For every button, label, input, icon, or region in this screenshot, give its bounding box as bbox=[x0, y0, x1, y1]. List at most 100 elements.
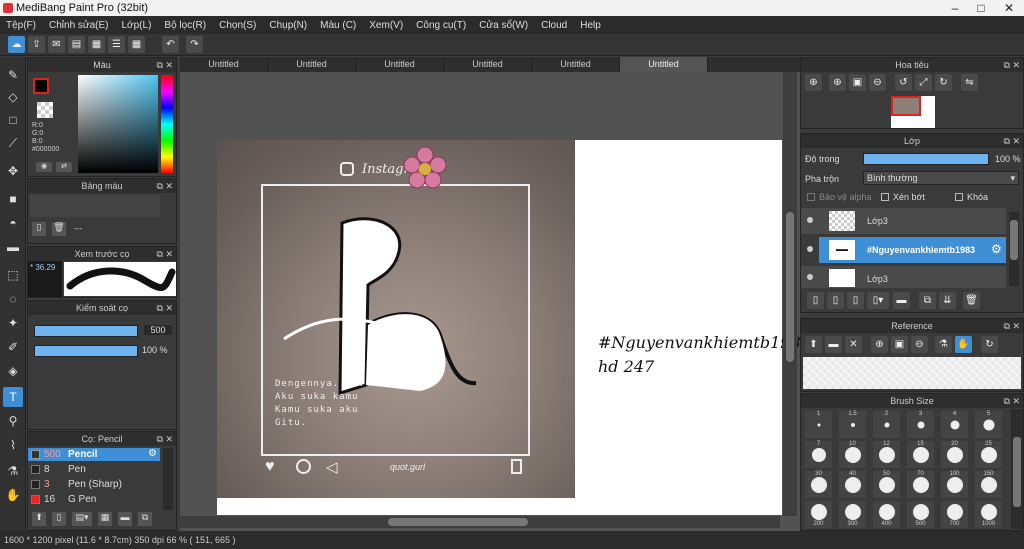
brush-size-cell[interactable]: 300 bbox=[839, 501, 866, 528]
eye-icon[interactable] bbox=[807, 246, 813, 252]
layer-opacity-value[interactable]: 100 % bbox=[995, 154, 1021, 164]
menu-view[interactable]: Xem(V) bbox=[369, 20, 403, 31]
vertical-scroll-thumb[interactable] bbox=[786, 212, 794, 362]
zoom-in-icon[interactable]: ⊕ bbox=[805, 74, 822, 91]
brush-size-cell[interactable]: 200 bbox=[805, 501, 832, 528]
duplicate-brush-icon[interactable]: ⧉ bbox=[138, 512, 152, 526]
upload-icon[interactable]: ⇪ bbox=[28, 36, 45, 53]
tab-untitled-5[interactable]: Untitled bbox=[532, 57, 620, 72]
tab-untitled-4[interactable]: Untitled bbox=[444, 57, 532, 72]
merge-layer-icon[interactable]: ⇊ bbox=[939, 292, 956, 309]
menu-window[interactable]: Cửa sổ(W) bbox=[479, 20, 528, 31]
hand-tool-icon[interactable]: ✋ bbox=[3, 485, 23, 505]
operation-tool-icon[interactable]: ⚲ bbox=[3, 411, 23, 431]
delete-palette-icon[interactable]: 🗑 bbox=[52, 222, 66, 236]
reference-fit-icon[interactable]: ▣ bbox=[891, 336, 908, 353]
tab-untitled-1[interactable]: Untitled bbox=[180, 57, 268, 72]
brush-size-cell[interactable]: 40 bbox=[839, 471, 866, 498]
fullscreen-icon[interactable]: ⤢ bbox=[915, 74, 932, 91]
panel-close-icon[interactable]: ⧉ ✕ bbox=[1004, 134, 1020, 148]
menu-select[interactable]: Chọn(S) bbox=[219, 20, 256, 31]
brush-item-pen-sharp[interactable]: 3 Pen (Sharp) bbox=[28, 478, 160, 491]
brush-size-cell[interactable]: 10 bbox=[839, 441, 866, 468]
rect-tool-icon[interactable]: □ bbox=[3, 110, 23, 130]
brush-size-cell[interactable]: 25 bbox=[975, 441, 1002, 468]
select-tool-icon[interactable]: ⬚ bbox=[3, 265, 23, 285]
undo-icon[interactable]: ↶ bbox=[162, 36, 179, 53]
chat-icon[interactable]: ▤ bbox=[68, 36, 85, 53]
reference-rotate-icon[interactable]: ↻ bbox=[981, 336, 998, 353]
layer-scrollbar[interactable] bbox=[1009, 212, 1019, 286]
brush-opacity-value[interactable]: 100 % bbox=[142, 345, 168, 355]
menu-cloud[interactable]: Cloud bbox=[541, 20, 567, 31]
menu-help[interactable]: Help bbox=[580, 20, 601, 31]
select-pen-icon[interactable]: ✐ bbox=[3, 337, 23, 357]
grid-icon[interactable]: ▦ bbox=[128, 36, 145, 53]
brush-size-cell[interactable]: 20 bbox=[941, 441, 968, 468]
close-icon[interactable]: ✕ bbox=[998, 0, 1020, 16]
fill-rect-tool-icon[interactable]: ■ bbox=[3, 189, 23, 209]
zoom-out-icon[interactable]: ⊖ bbox=[869, 74, 886, 91]
background-color-swatch[interactable] bbox=[37, 102, 53, 118]
layer-folder-icon[interactable]: ▬ bbox=[893, 292, 910, 309]
brush-item-pen[interactable]: 8 Pen bbox=[28, 463, 160, 476]
fit-icon[interactable]: ▣ bbox=[849, 74, 866, 91]
panel-close-icon[interactable]: ⧉ ✕ bbox=[157, 247, 173, 261]
layer-item[interactable]: Lớp3 bbox=[801, 266, 1006, 288]
horizontal-scrollbar[interactable] bbox=[180, 516, 780, 528]
horizontal-scroll-thumb[interactable] bbox=[388, 518, 528, 526]
minimize-icon[interactable]: – bbox=[944, 0, 966, 16]
menu-layer[interactable]: Lớp(L) bbox=[122, 20, 152, 31]
brush-size-cell[interactable]: 7 bbox=[805, 441, 832, 468]
brushsize-scroll-thumb[interactable] bbox=[1013, 437, 1021, 507]
brush-tool-icon[interactable]: ✎ bbox=[3, 65, 23, 85]
vertical-scrollbar[interactable] bbox=[783, 72, 797, 516]
reference-close-icon[interactable]: ✕ bbox=[845, 336, 862, 353]
menu-edit[interactable]: Chỉnh sửa(E) bbox=[49, 20, 109, 31]
rotate-left-icon[interactable]: ↺ bbox=[895, 74, 912, 91]
brush-size-cell[interactable]: 1.5 bbox=[839, 411, 866, 438]
eye-icon[interactable] bbox=[807, 217, 813, 223]
rotate-right-icon[interactable]: ↻ bbox=[935, 74, 952, 91]
brush-size-cell[interactable]: 50 bbox=[873, 471, 900, 498]
brush-size-cell[interactable]: 5 bbox=[975, 411, 1002, 438]
add-layer-menu-icon[interactable]: ▯▾ bbox=[867, 292, 889, 309]
brush-size-cell[interactable]: 500 bbox=[907, 501, 934, 528]
panel-close-icon[interactable]: ⧉ ✕ bbox=[157, 432, 173, 446]
palette-area[interactable] bbox=[30, 195, 160, 217]
swap-color-icon[interactable]: ⇄ bbox=[56, 162, 72, 172]
comment-icon[interactable]: ✉ bbox=[48, 36, 65, 53]
panel-close-icon[interactable]: ⧉ ✕ bbox=[157, 301, 173, 315]
brush-size-cell[interactable]: 100 bbox=[941, 471, 968, 498]
foreground-color-swatch[interactable] bbox=[33, 78, 49, 94]
add-brush-icon[interactable]: ⬆ bbox=[32, 512, 46, 526]
brush-size-cell[interactable]: 2 bbox=[873, 411, 900, 438]
navigator-thumbnail[interactable] bbox=[891, 96, 935, 128]
brush-opacity-slider[interactable] bbox=[34, 345, 138, 357]
layer-scroll-thumb[interactable] bbox=[1010, 220, 1018, 260]
gear-icon[interactable]: ⚙ bbox=[991, 242, 1002, 256]
panel-close-icon[interactable]: ⧉ ✕ bbox=[1004, 319, 1020, 333]
new-layer-icon[interactable]: ▯ bbox=[807, 292, 824, 309]
reference-image-area[interactable] bbox=[803, 357, 1021, 389]
new-8bit-layer-icon[interactable]: ▯ bbox=[847, 292, 864, 309]
clip-checkbox[interactable] bbox=[881, 193, 889, 201]
brush-size-cell[interactable]: 70 bbox=[907, 471, 934, 498]
flip-icon[interactable]: ⇋ bbox=[961, 74, 978, 91]
tab-untitled-6[interactable]: Untitled bbox=[620, 57, 708, 72]
line-tool-icon[interactable]: ⟋ bbox=[3, 133, 23, 153]
hue-slider[interactable] bbox=[161, 75, 173, 173]
folder-icon[interactable]: ▬ bbox=[118, 512, 132, 526]
brush-size-slider[interactable] bbox=[34, 325, 138, 337]
eraser-tool-icon[interactable]: ◇ bbox=[3, 87, 23, 107]
panel-close-icon[interactable]: ⧉ ✕ bbox=[157, 179, 173, 193]
new-brush-icon[interactable]: ▯ bbox=[52, 512, 66, 526]
magic-wand-icon[interactable]: ✦ bbox=[3, 313, 23, 333]
lock-checkbox[interactable] bbox=[955, 193, 963, 201]
zoom-plus-icon[interactable]: ⊕ bbox=[829, 74, 846, 91]
reference-zoom-out-icon[interactable]: ⊖ bbox=[911, 336, 928, 353]
panel-close-icon[interactable]: ⧉ ✕ bbox=[157, 58, 173, 72]
reference-hand-icon[interactable]: ✋ bbox=[955, 336, 972, 353]
brush-item-pencil[interactable]: 500 Pencil ⚙ bbox=[28, 448, 160, 461]
brush-size-cell[interactable]: 15 bbox=[907, 441, 934, 468]
